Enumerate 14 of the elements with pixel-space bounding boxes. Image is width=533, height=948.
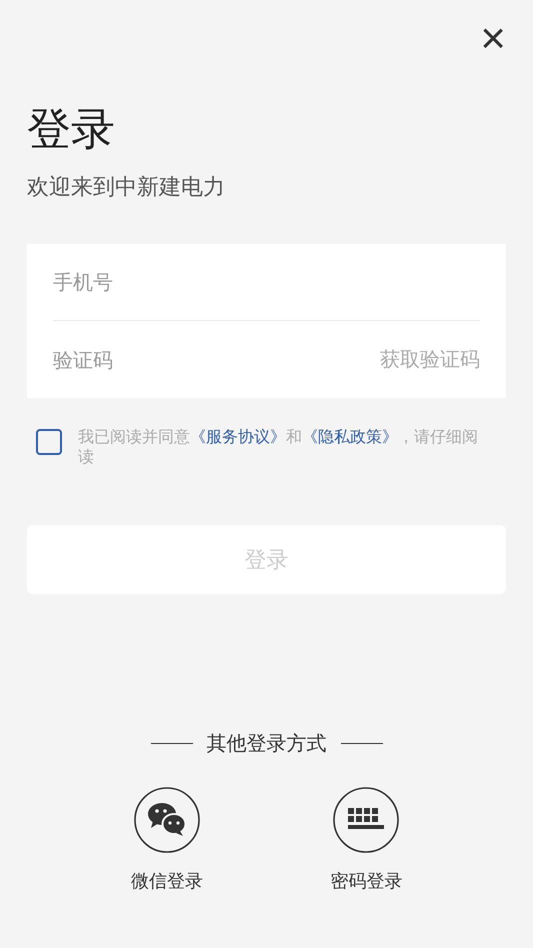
agreement-text: 我已阅读并同意《服务协议》和《隐私政策》，请仔细阅读 <box>78 427 478 467</box>
login-option-label[interactable]: 微信登录 <box>130 869 203 893</box>
other-login-heading: 其他登录方式 <box>206 730 326 757</box>
welcome-text: 欢迎来到中新建电力 <box>27 174 226 202</box>
keyboard-icon[interactable] <box>333 787 400 853</box>
chat-bubbles-icon[interactable] <box>134 787 200 853</box>
page-title: 登录 <box>27 103 116 157</box>
agreement-link[interactable]: 《隐私政策》 <box>302 427 398 446</box>
close-button[interactable]: × <box>476 14 510 64</box>
phone-field[interactable]: 手机号 <box>27 244 506 321</box>
agreement-link[interactable]: 《服务协议》 <box>190 427 286 446</box>
login-option-label[interactable]: 密码登录 <box>330 869 402 893</box>
code-field[interactable]: 验证码 <box>27 321 380 398</box>
agreement-checkbox[interactable] <box>36 429 62 455</box>
